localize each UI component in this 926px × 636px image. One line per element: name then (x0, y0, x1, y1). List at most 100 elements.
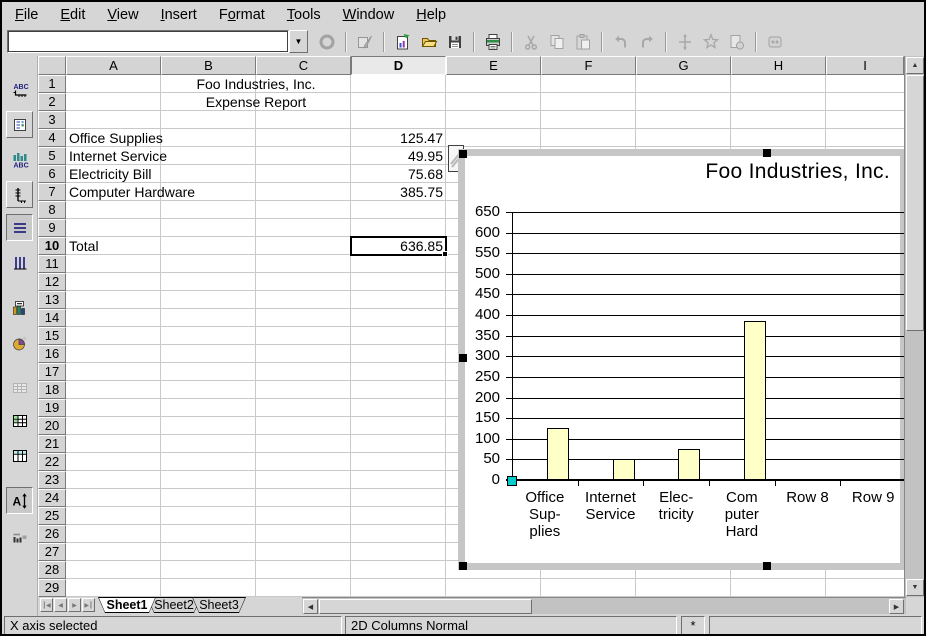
chart-selection-handle[interactable] (459, 150, 467, 158)
row-header-9[interactable]: 9 (38, 219, 66, 237)
cell-b2:c2[interactable]: Expense Report (161, 93, 351, 111)
cell-a10[interactable]: Total (66, 237, 161, 255)
bar-computer-hard[interactable] (744, 321, 766, 480)
row-header-29[interactable]: 29 (38, 579, 66, 597)
menu-item-window[interactable]: Window (332, 4, 406, 26)
chart-selection-handle[interactable] (763, 149, 771, 157)
column-header-e[interactable]: E (446, 56, 541, 75)
row-header-5[interactable]: 5 (38, 147, 66, 165)
tab-last-button[interactable]: ▶┃ (82, 598, 95, 612)
vertical-scrollbar[interactable]: ▲ ▼ (904, 56, 924, 597)
horizontal-scroll-thumb[interactable] (319, 599, 532, 614)
new-document-icon[interactable] (391, 30, 415, 54)
cell-a6[interactable]: Electricity Bill (66, 165, 161, 183)
embedded-chart-object[interactable]: Foo Industries, Inc. 0501001502002503003… (458, 149, 907, 570)
row-header-2[interactable]: 2 (38, 93, 66, 111)
pie-type-icon[interactable] (6, 329, 33, 356)
sheet-tab-sheet3[interactable]: Sheet3 (192, 597, 246, 613)
menu-item-edit[interactable]: Edit (49, 4, 96, 26)
row-header-22[interactable]: 22 (38, 453, 66, 471)
cell-d5[interactable]: 49.95 (351, 147, 446, 165)
formula-combo-input[interactable] (7, 30, 289, 53)
row-header-11[interactable]: 11 (38, 255, 66, 273)
cell-d7[interactable]: 385.75 (351, 183, 446, 201)
selected-cell-border[interactable] (351, 237, 446, 255)
row-header-26[interactable]: 26 (38, 525, 66, 543)
horizontal-scrollbar[interactable]: ◀ ▶ (302, 597, 906, 614)
row-header-17[interactable]: 17 (38, 363, 66, 381)
chart-title[interactable]: Foo Industries, Inc. (705, 160, 890, 184)
menu-item-view[interactable]: View (96, 4, 149, 26)
tab-next-button[interactable]: ▶ (68, 598, 81, 612)
bar-type-icon[interactable] (6, 294, 33, 321)
bar-office-supplies[interactable] (547, 428, 569, 480)
scroll-right-button[interactable]: ▶ (889, 599, 904, 614)
column-header-h[interactable]: H (731, 56, 826, 75)
combo-dropdown-button[interactable]: ▼ (289, 30, 308, 53)
row-header-19[interactable]: 19 (38, 399, 66, 417)
h-gridlines-icon[interactable] (6, 214, 33, 241)
cell-d6[interactable]: 75.68 (351, 165, 446, 183)
row-header-16[interactable]: 16 (38, 345, 66, 363)
row-header-20[interactable]: 20 (38, 417, 66, 435)
bar-internet-service[interactable] (613, 459, 635, 480)
mini-chart-icon[interactable] (6, 522, 33, 549)
vertical-scroll-thumb[interactable] (906, 75, 924, 331)
cell-b1:c1[interactable]: Foo Industries, Inc. (161, 75, 351, 93)
cell-d4[interactable]: 125.47 (351, 129, 446, 147)
cell-a5[interactable]: Internet Service (66, 147, 161, 165)
scroll-left-button[interactable]: ◀ (303, 599, 318, 614)
open-folder-icon[interactable] (417, 30, 441, 54)
sheet-tab-sheet1[interactable]: Sheet1 (98, 597, 156, 613)
menu-item-format[interactable]: Format (208, 4, 276, 26)
axis-labels-icon[interactable]: ABC (6, 76, 33, 103)
select-all-corner[interactable] (38, 56, 66, 75)
tab-first-button[interactable]: ┃◀ (40, 598, 53, 612)
cell-a4[interactable]: Office Supplies (66, 129, 161, 147)
table-rows-icon[interactable] (6, 407, 33, 434)
row-header-23[interactable]: 23 (38, 471, 66, 489)
column-header-d[interactable]: D (351, 56, 446, 75)
row-header-15[interactable]: 15 (38, 327, 66, 345)
row-header-7[interactable]: 7 (38, 183, 66, 201)
menu-item-insert[interactable]: Insert (150, 4, 208, 26)
menu-item-help[interactable]: Help (405, 4, 457, 26)
column-header-c[interactable]: C (256, 56, 351, 75)
row-header-1[interactable]: 1 (38, 75, 66, 93)
x-axis-selection-handle[interactable] (507, 476, 517, 486)
cell-a7[interactable]: Computer Hardware (66, 183, 161, 201)
row-header-27[interactable]: 27 (38, 543, 66, 561)
column-header-a[interactable]: A (66, 56, 161, 75)
row-header-18[interactable]: 18 (38, 381, 66, 399)
legend-icon[interactable] (6, 111, 33, 138)
row-header-8[interactable]: 8 (38, 201, 66, 219)
chart-selection-handle[interactable] (763, 562, 771, 570)
row-header-4[interactable]: 4 (38, 129, 66, 147)
scroll-down-button[interactable]: ▼ (906, 579, 924, 596)
column-header-b[interactable]: B (161, 56, 256, 75)
chart-selection-handle[interactable] (459, 562, 467, 570)
row-header-10[interactable]: 10 (38, 237, 66, 255)
v-gridlines-icon[interactable] (6, 249, 33, 276)
scroll-up-button[interactable]: ▲ (906, 57, 924, 74)
y-axis-icon[interactable] (6, 181, 33, 208)
menu-item-tools[interactable]: Tools (276, 4, 332, 26)
column-header-g[interactable]: G (636, 56, 731, 75)
row-header-25[interactable]: 25 (38, 507, 66, 525)
save-icon[interactable] (443, 30, 467, 54)
chart-selection-handle[interactable] (459, 354, 467, 362)
table-columns-icon[interactable] (6, 442, 33, 469)
row-header-21[interactable]: 21 (38, 435, 66, 453)
row-header-6[interactable]: 6 (38, 165, 66, 183)
row-header-24[interactable]: 24 (38, 489, 66, 507)
row-header-14[interactable]: 14 (38, 309, 66, 327)
menu-item-file[interactable]: File (4, 4, 49, 26)
row-header-12[interactable]: 12 (38, 273, 66, 291)
chart-labels-icon[interactable]: ABC (6, 146, 33, 173)
fill-handle[interactable] (442, 251, 448, 257)
column-header-i[interactable]: I (826, 56, 904, 75)
column-header-f[interactable]: F (541, 56, 636, 75)
row-header-3[interactable]: 3 (38, 111, 66, 129)
tab-prev-button[interactable]: ◀ (54, 598, 67, 612)
bar-electricity[interactable] (678, 449, 700, 480)
